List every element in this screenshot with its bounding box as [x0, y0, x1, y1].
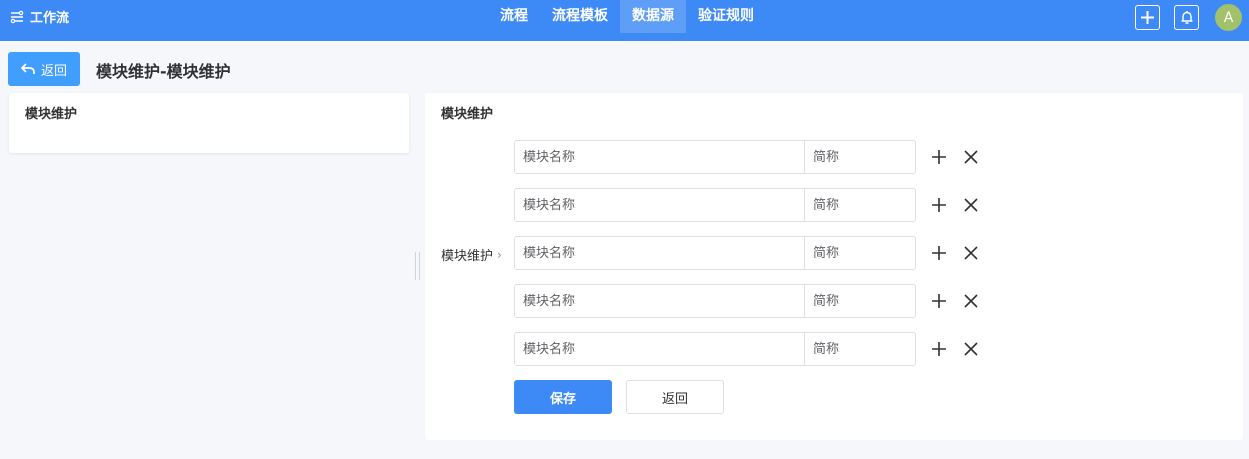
plus-icon[interactable] [930, 148, 948, 166]
back-button[interactable]: 返回 [8, 52, 80, 86]
notifications-button[interactable] [1174, 5, 1199, 30]
panel-splitter-handle[interactable] [415, 252, 420, 280]
nav-item-flow[interactable]: 流程 [488, 0, 540, 33]
right-panel: 模块维护 模块维护 › 保存 返回 [425, 93, 1243, 440]
module-abbr-input[interactable] [804, 188, 916, 222]
close-icon[interactable] [962, 292, 980, 310]
close-icon[interactable] [962, 148, 980, 166]
avatar[interactable]: A [1215, 4, 1242, 31]
right-panel-title: 模块维护 [441, 107, 494, 122]
plus-icon[interactable] [930, 244, 948, 262]
chevron-right-icon: › [497, 247, 502, 262]
nav-item-validation-rules[interactable]: 验证规则 [686, 0, 766, 33]
top-navbar: 工作流 流程 流程模板 数据源 验证规则 A [0, 0, 1249, 41]
page-title: 模块维护-模块维护 [96, 62, 231, 81]
nav-item-datasource[interactable]: 数据源 [620, 0, 686, 33]
close-icon[interactable] [962, 244, 980, 262]
module-breadcrumb-label: 模块维护 [441, 249, 494, 264]
back-button-label: 返回 [40, 63, 67, 79]
left-panel: 模块维护 [9, 93, 409, 153]
module-row [514, 188, 994, 222]
main-nav: 流程 流程模板 数据源 验证规则 [488, 0, 766, 33]
workflow-icon [10, 10, 24, 23]
return-button[interactable]: 返回 [626, 380, 724, 414]
save-button[interactable]: 保存 [514, 380, 612, 414]
plus-icon[interactable] [930, 340, 948, 358]
module-abbr-input[interactable] [804, 332, 916, 366]
module-row [514, 284, 994, 318]
module-abbr-input[interactable] [804, 284, 916, 318]
plus-icon[interactable] [930, 292, 948, 310]
module-name-input[interactable] [514, 140, 805, 174]
close-icon[interactable] [962, 340, 980, 358]
module-row [514, 140, 994, 174]
module-abbr-input[interactable] [804, 140, 916, 174]
nav-item-flow-template[interactable]: 流程模板 [540, 0, 620, 33]
add-button[interactable] [1135, 5, 1160, 30]
module-name-input[interactable] [514, 236, 805, 270]
close-icon[interactable] [962, 196, 980, 214]
module-row [514, 236, 994, 270]
module-name-input[interactable] [514, 284, 805, 318]
return-arrow-icon [20, 63, 35, 74]
app-brand[interactable]: 工作流 [10, 0, 69, 33]
module-row [514, 332, 994, 366]
bell-icon [1181, 11, 1192, 24]
plus-icon[interactable] [930, 196, 948, 214]
brand-label: 工作流 [30, 11, 70, 26]
module-breadcrumb[interactable]: 模块维护 › [441, 245, 502, 265]
module-name-input[interactable] [514, 188, 805, 222]
module-name-input[interactable] [514, 332, 805, 366]
left-panel-title: 模块维护 [25, 107, 78, 122]
module-abbr-input[interactable] [804, 236, 916, 270]
plus-icon [1141, 11, 1154, 24]
